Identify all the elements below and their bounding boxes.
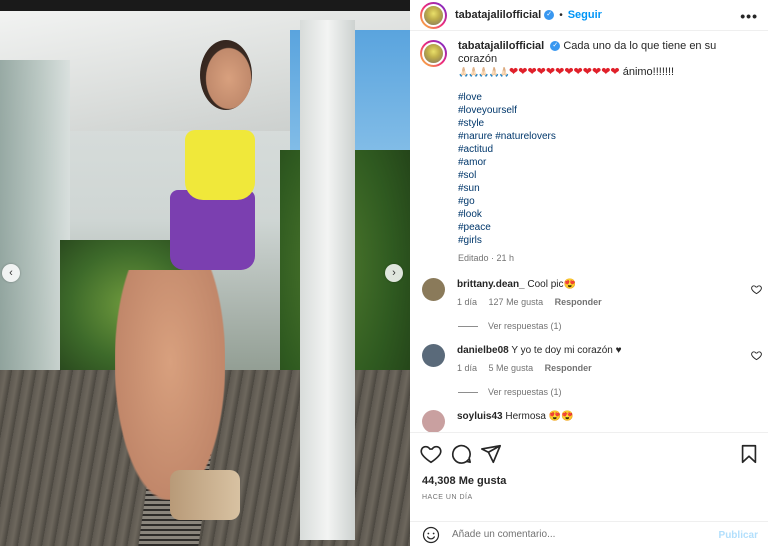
likes-count[interactable]: 44,308 Me gusta	[422, 475, 506, 487]
author-avatar[interactable]	[420, 1, 447, 29]
photo-person-legs	[115, 270, 225, 500]
add-comment-bar: Publicar	[410, 521, 768, 546]
carousel-next-button[interactable]: ›	[385, 264, 403, 282]
share-icon[interactable]	[480, 443, 502, 465]
view-replies-label: Ver respuestas (1)	[488, 321, 562, 331]
separator-dot: •	[559, 9, 563, 21]
comment-text: Hermosa 😍😍	[505, 411, 574, 422]
hashtag-link[interactable]: #go	[458, 195, 758, 208]
comment-avatar[interactable]	[422, 278, 445, 301]
hashtag-list: #love #loveyourself #style #narure #natu…	[458, 91, 758, 247]
author-username[interactable]: tabatajalilofficial	[455, 9, 541, 21]
emoji-icon[interactable]	[422, 526, 440, 544]
bookmark-icon[interactable]	[738, 443, 760, 465]
hashtag-link[interactable]: #look	[458, 208, 758, 221]
action-bar	[420, 443, 510, 465]
caption-text-end: ánimo!!!!!!!	[622, 66, 675, 78]
comment-input[interactable]	[452, 529, 692, 540]
photo-person-skirt	[170, 190, 255, 270]
caption-edited-time: Editado · 21 h	[458, 253, 515, 263]
comment-username[interactable]: danielbe08	[457, 345, 509, 356]
avatar-image	[422, 3, 445, 27]
hashtag-link[interactable]: #love	[458, 91, 758, 104]
replies-divider	[458, 391, 478, 393]
hashtag-link[interactable]: #sol	[458, 169, 758, 182]
hashtag-link[interactable]: #peace	[458, 221, 758, 234]
replies-divider	[458, 325, 478, 327]
photo-person-head	[200, 40, 252, 110]
hashtag-link[interactable]: #girls	[458, 234, 758, 247]
comment-avatar[interactable]	[422, 410, 445, 432]
comment-text-line: danielbe08 Y yo te doy mi corazón ♥	[457, 344, 727, 357]
heart-icon[interactable]	[751, 284, 762, 295]
comment-username[interactable]: brittany.dean_	[457, 279, 525, 290]
comment-meta: 1 día 127 Me gusta Responder	[457, 297, 727, 307]
photo-person-shoes	[170, 470, 240, 520]
hashtag-link[interactable]: #sun	[458, 182, 758, 195]
comment-likes[interactable]: 127 Me gusta	[489, 297, 544, 307]
hashtag-link[interactable]: #narure #naturelovers	[458, 130, 758, 143]
hashtag-link[interactable]: #amor	[458, 156, 758, 169]
verified-icon: ✓	[550, 41, 561, 52]
caption-username[interactable]: tabatajalilofficial	[458, 40, 544, 52]
reply-button[interactable]: Responder	[555, 297, 602, 307]
comment-body: soyluis43 Hermosa 😍😍	[457, 410, 727, 432]
post-photo[interactable]: ‹ ›	[0, 0, 410, 546]
comment-icon[interactable]	[450, 443, 472, 465]
caption-body: tabatajalilofficial ✓ Cada uno da lo que…	[458, 40, 758, 265]
comment-text: Cool pic😍	[527, 279, 576, 290]
publish-button[interactable]: Publicar	[719, 530, 758, 541]
hashtag-link[interactable]: #actitud	[458, 143, 758, 156]
caption-emojis: 🙏🏻🙏🏻🙏🏻🙏🏻🙏🏻	[458, 67, 510, 77]
comment-meta: 1 día 5 Me gusta Responder	[457, 363, 727, 373]
comment-text-line: brittany.dean_ Cool pic😍	[457, 278, 727, 291]
caption-hearts: ❤❤❤❤❤❤❤❤❤❤❤❤	[509, 66, 620, 78]
heart-icon[interactable]	[751, 350, 762, 361]
view-replies-button[interactable]: Ver respuestas (1)	[458, 387, 768, 397]
view-replies-label: Ver respuestas (1)	[488, 387, 562, 397]
reply-button[interactable]: Responder	[545, 363, 592, 373]
hashtag-link[interactable]: #style	[458, 117, 758, 130]
comment-likes[interactable]: 5 Me gusta	[489, 363, 534, 373]
carousel-prev-button[interactable]: ‹	[2, 264, 20, 282]
comment-time: 1 día	[457, 363, 478, 373]
comment-username[interactable]: soyluis43	[457, 411, 503, 422]
post-header: tabatajalilofficial ✓ • Seguir •••	[410, 0, 768, 31]
photo-person-top	[185, 130, 255, 200]
follow-button[interactable]: Seguir	[568, 9, 602, 21]
hashtag-link[interactable]: #loveyourself	[458, 104, 758, 117]
post-sidebar: tabatajalilofficial ✓ • Seguir ••• tabat…	[410, 0, 768, 546]
verified-icon: ✓	[544, 10, 555, 20]
comment-item: soyluis43 Hermosa 😍😍	[420, 410, 768, 432]
avatar-image	[422, 42, 445, 65]
comment-item: danielbe08 Y yo te doy mi corazón ♥ 1 dí…	[420, 344, 768, 373]
post-actions-area: 44,308 Me gusta HACE UN DÍA Publicar	[410, 432, 768, 546]
caption-avatar[interactable]	[420, 40, 447, 67]
comment-avatar[interactable]	[422, 344, 445, 367]
comments-list[interactable]: tabatajalilofficial ✓ Cada uno da lo que…	[410, 40, 768, 432]
comment-text-line: soyluis43 Hermosa 😍😍	[457, 410, 727, 423]
view-replies-button[interactable]: Ver respuestas (1)	[458, 321, 768, 331]
more-icon[interactable]: •••	[740, 8, 758, 24]
post-time: HACE UN DÍA	[422, 494, 473, 501]
heart-icon[interactable]	[420, 443, 442, 465]
photo-pillar	[300, 20, 355, 540]
comment-text: Y yo te doy mi corazón ♥	[511, 345, 622, 356]
caption: tabatajalilofficial ✓ Cada uno da lo que…	[420, 40, 768, 265]
comment-item: brittany.dean_ Cool pic😍 1 día 127 Me gu…	[420, 278, 768, 307]
comment-time: 1 día	[457, 297, 478, 307]
comment-body: brittany.dean_ Cool pic😍 1 día 127 Me gu…	[457, 278, 727, 307]
comment-body: danielbe08 Y yo te doy mi corazón ♥ 1 dí…	[457, 344, 727, 373]
